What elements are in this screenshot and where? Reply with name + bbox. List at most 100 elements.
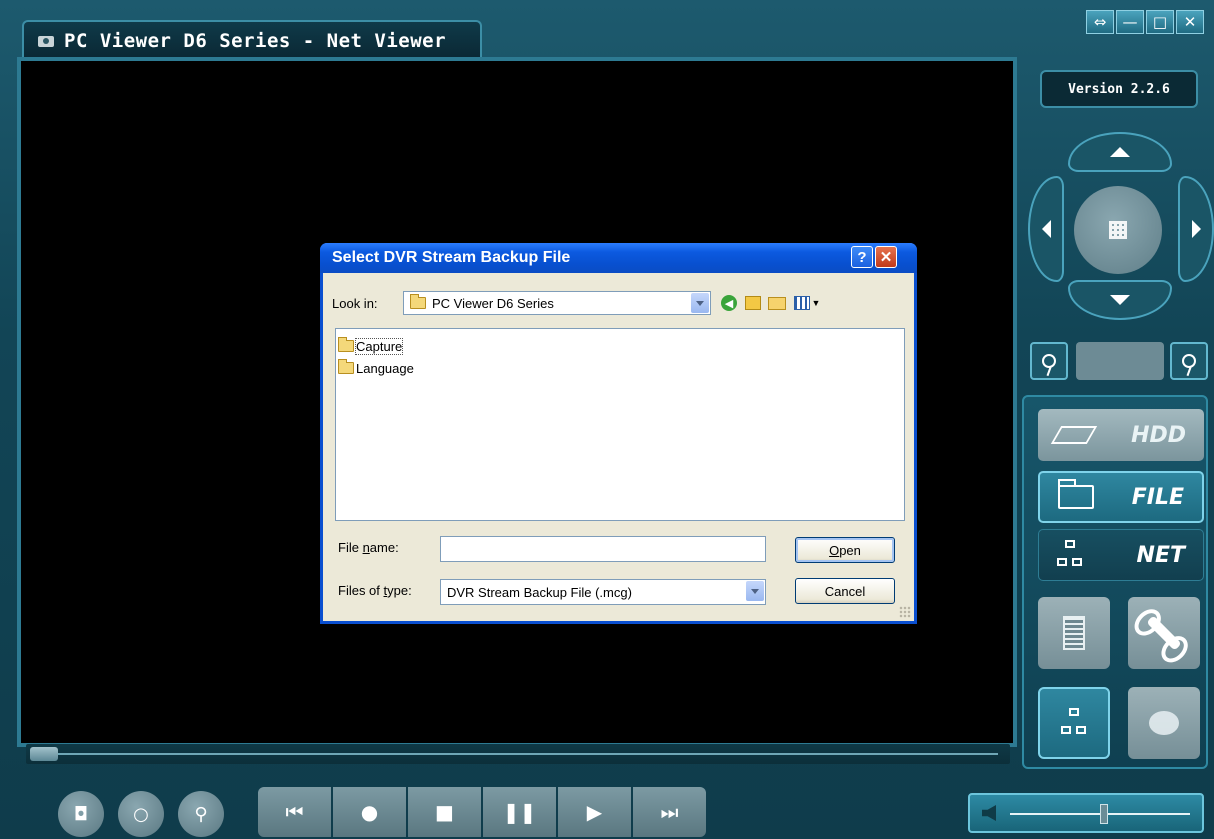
play-icon: ▶ [586, 800, 603, 824]
record-icon: ○ [133, 803, 149, 825]
settings-button[interactable] [1128, 597, 1200, 669]
skip-forward-icon: ⏭ [660, 800, 679, 824]
chevron-down-icon[interactable] [691, 293, 709, 313]
arrow-left-icon [1041, 220, 1051, 238]
stop-button[interactable]: ■ [408, 787, 481, 837]
search-button[interactable]: ⚲ [178, 791, 224, 837]
look-in-value: PC Viewer D6 Series [432, 295, 554, 311]
snapshot-button[interactable]: ◘ [58, 791, 104, 837]
title-bar: PC Viewer D6 Series - Net Viewer [22, 20, 482, 60]
net-button[interactable]: NET [1038, 529, 1204, 581]
chevron-down-icon[interactable] [746, 581, 764, 601]
files-of-type-dropdown[interactable]: DVR Stream Backup File (.mcg) [440, 579, 766, 605]
network-setup-button[interactable] [1038, 687, 1110, 759]
new-folder-icon [768, 296, 786, 310]
maximize-button[interactable]: □ [1146, 10, 1174, 34]
volume-control [968, 793, 1204, 833]
seek-knob[interactable] [30, 747, 58, 761]
open-label: Open [829, 542, 861, 558]
dialog-close-button[interactable]: ✕ [875, 246, 897, 268]
look-in-dropdown[interactable]: PC Viewer D6 Series [403, 291, 711, 315]
views-menu-button[interactable]: ▼ [793, 293, 821, 313]
camera-icon: ◘ [73, 803, 89, 825]
open-button[interactable]: Open [795, 537, 895, 563]
ptz-down-button[interactable] [1068, 280, 1172, 320]
pause-icon: ❚❚ [502, 800, 537, 824]
hdd-icon [1050, 426, 1098, 444]
list-item-label: Capture [354, 337, 404, 355]
close-button[interactable]: ✕ [1176, 10, 1204, 34]
look-in-label: Look in: [332, 296, 378, 311]
dropdown-caret-icon: ▼ [811, 298, 821, 308]
speaker-icon [982, 805, 996, 821]
pin-button[interactable]: ⇔ [1086, 10, 1114, 34]
files-of-type-label: Files of type: [338, 583, 412, 598]
seek-bar[interactable] [26, 744, 1010, 764]
zoom-in-icon [1042, 354, 1056, 368]
list-item-label: Language [356, 360, 414, 376]
file-list[interactable]: Capture Language [335, 328, 905, 521]
app-window: PC Viewer D6 Series - Net Viewer ⇔ — □ ✕… [0, 0, 1214, 839]
ptz-left-button[interactable] [1028, 176, 1064, 282]
file-button[interactable]: FILE [1038, 471, 1204, 523]
ptz-dpad [1024, 128, 1214, 328]
volume-knob[interactable] [1100, 804, 1108, 824]
version-label: Version 2.2.6 [1040, 70, 1198, 108]
file-name-input[interactable] [440, 536, 766, 562]
hdd-button[interactable]: HDD [1038, 409, 1204, 461]
up-folder-icon [745, 296, 761, 310]
new-folder-button[interactable] [767, 293, 787, 313]
file-open-dialog: Select DVR Stream Backup File ? ✕ Look i… [320, 243, 917, 624]
arrow-up-icon [1110, 147, 1130, 157]
users-button[interactable] [1128, 687, 1200, 759]
cancel-button[interactable]: Cancel [795, 578, 895, 604]
resize-grip[interactable] [899, 606, 911, 618]
skip-forward-button[interactable]: ⏭ [633, 787, 706, 837]
list-item[interactable]: Capture [338, 335, 904, 357]
file-label: FILE [1131, 484, 1184, 510]
skip-back-icon: ⏮ [285, 800, 304, 824]
wrench-icon [1146, 615, 1182, 651]
network-icon [1061, 708, 1087, 738]
net-label: NET [1136, 542, 1185, 568]
up-folder-button[interactable] [743, 293, 763, 313]
dialog-title: Select DVR Stream Backup File [320, 243, 917, 273]
arrow-down-icon [1110, 295, 1130, 305]
folder-icon [410, 294, 426, 309]
play-record-button[interactable]: ● [333, 787, 406, 837]
ptz-up-button[interactable] [1068, 132, 1172, 172]
play-button[interactable]: ▶ [558, 787, 631, 837]
record-button[interactable]: ○ [118, 791, 164, 837]
folder-icon [1058, 479, 1094, 509]
zoom-out-icon [1182, 354, 1196, 368]
list-item[interactable]: Language [338, 357, 904, 379]
zoom-in-button[interactable] [1030, 342, 1068, 380]
camera-icon [36, 32, 58, 50]
help-button[interactable]: ? [851, 246, 873, 268]
ptz-center-button[interactable] [1074, 186, 1162, 274]
hdd-label: HDD [1131, 422, 1186, 448]
ptz-right-button[interactable] [1178, 176, 1214, 282]
back-arrow-icon: ◀ [721, 295, 737, 311]
search-icon: ⚲ [194, 803, 208, 825]
folder-icon [338, 337, 354, 352]
grid-icon [1109, 221, 1127, 239]
folder-icon [338, 359, 354, 374]
zoom-display [1076, 342, 1164, 380]
seek-track [56, 753, 998, 755]
app-title: PC Viewer D6 Series - Net Viewer [64, 30, 447, 52]
mode-panel: HDD FILE NET [1022, 395, 1208, 769]
transport-controls: ⏮ ● ■ ❚❚ ▶ ⏭ [258, 787, 706, 837]
users-icon [1149, 711, 1179, 735]
document-icon [1063, 616, 1085, 650]
skip-back-button[interactable]: ⏮ [258, 787, 331, 837]
file-name-label: File name: [338, 540, 399, 555]
arrow-right-icon [1191, 220, 1201, 238]
zoom-out-button[interactable] [1170, 342, 1208, 380]
back-button[interactable]: ◀ [719, 293, 739, 313]
files-of-type-value: DVR Stream Backup File (.mcg) [447, 584, 632, 600]
log-button[interactable] [1038, 597, 1110, 669]
minimize-button[interactable]: — [1116, 10, 1144, 34]
stop-icon: ■ [435, 800, 454, 824]
pause-button[interactable]: ❚❚ [483, 787, 556, 837]
